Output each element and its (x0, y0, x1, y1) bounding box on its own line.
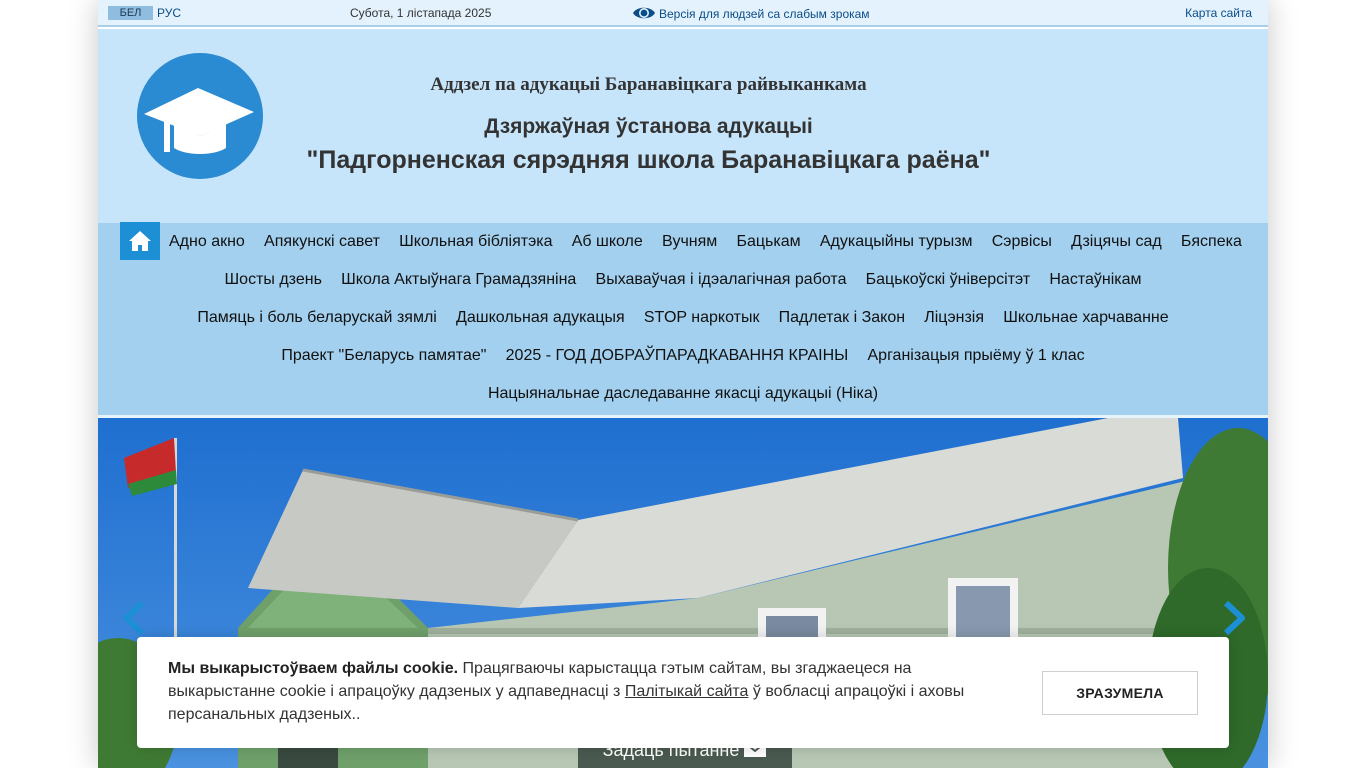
cookie-message: Мы выкарыстоўваем файлы cookie. Працягва… (168, 657, 978, 726)
chevron-right-icon[interactable] (1222, 600, 1248, 636)
privacy-policy-link[interactable]: Палітыкай сайта (625, 683, 749, 700)
school-title: "Падгорненская сярэдняя школа Баранавіцк… (306, 146, 991, 174)
cookie-accept-button[interactable]: ЗРАЗУМЕЛА (1042, 671, 1198, 715)
low-vision-version-link[interactable]: Версія для людзей са слабым зрокам (659, 7, 870, 21)
nav-item[interactable]: Адукацыйны турызм (810, 226, 982, 258)
nav-item[interactable]: Сэрвісы (982, 226, 1061, 258)
nav-item[interactable]: Бяспека (1171, 226, 1251, 258)
department-title: Аддзел па адукацыі Баранавіцкага райвыка… (430, 74, 867, 95)
nav-item[interactable]: Памяць і боль беларускай зямлі (188, 302, 447, 334)
top-bar: БЕЛ РУС Субота, 1 лістапада 2025 Версія … (98, 0, 1268, 27)
cookie-title: Мы выкарыстоўваем файлы cookie. (168, 660, 459, 677)
eye-icon[interactable] (632, 3, 656, 23)
nav-row: Памяць і боль беларускай зямлі Дашкольна… (98, 302, 1268, 334)
nav-row: Нацыянальнае даследаванне якасці адукацы… (98, 378, 1268, 410)
institution-title: Дзяржаўная ўстанова адукацыі (484, 115, 813, 138)
nav-item[interactable]: Вучням (652, 226, 727, 258)
nav-item[interactable]: Школьнае харчаванне (994, 302, 1179, 334)
nav-row: Праект "Беларусь памятае" 2025 - ГОД ДОБ… (98, 340, 1268, 372)
nav-item[interactable]: Арганізацыя прыёму ў 1 клас (858, 340, 1094, 372)
home-icon (129, 230, 151, 251)
nav-item[interactable]: Апякунскі савет (254, 226, 389, 258)
cookie-banner: Мы выкарыстоўваем файлы cookie. Працягва… (137, 637, 1229, 748)
lang-bel-button[interactable]: БЕЛ (108, 6, 153, 20)
lang-rus-link[interactable]: РУС (157, 6, 181, 20)
nav-item[interactable]: Выхаваўчая і ідэалагічная работа (586, 264, 856, 296)
nav-item[interactable]: Школа Актыўнага Грамадзяніна (332, 264, 586, 296)
nav-item[interactable]: Школьная бібліятэка (390, 226, 563, 258)
nav-row: Адно акно Апякунскі савет Школьная біблі… (98, 221, 1268, 260)
nav-item[interactable]: Шосты дзень (215, 264, 332, 296)
current-date: Субота, 1 лістапада 2025 (350, 6, 492, 20)
nav-item[interactable]: Настаўнікам (1040, 264, 1151, 296)
main-navigation: Адно акно Апякунскі савет Школьная біблі… (98, 221, 1268, 415)
nav-item[interactable]: Падлетак і Закон (769, 302, 915, 334)
sitemap-link[interactable]: Карта сайта (1185, 6, 1252, 20)
nav-item[interactable]: 2025 - ГОД ДОБРАЎПАРАДКАВАННЯ КРАІНЫ (496, 340, 858, 372)
site-header: Аддзел па адукацыі Баранавіцкага райвыка… (98, 29, 1268, 223)
nav-item[interactable]: Адно акно (169, 226, 254, 258)
home-button[interactable] (120, 221, 160, 260)
nav-item[interactable]: STOP наркотык (634, 302, 769, 334)
nav-item[interactable]: Дашкольная адукацыя (446, 302, 634, 334)
nav-item[interactable]: Дзіцячы сад (1061, 226, 1171, 258)
nav-item[interactable]: Праект "Беларусь памятае" (272, 340, 496, 372)
nav-item[interactable]: Нацыянальнае даследаванне якасці адукацы… (478, 378, 887, 410)
nav-item[interactable]: Бацькам (727, 226, 810, 258)
nav-item[interactable]: Ліцэнзія (915, 302, 994, 334)
nav-item[interactable]: Аб школе (562, 226, 652, 258)
chevron-left-icon[interactable] (120, 600, 146, 636)
nav-row: Шосты дзень Школа Актыўнага Грамадзяніна… (98, 264, 1268, 296)
nav-item[interactable]: Бацькоўскі ўніверсітэт (856, 264, 1040, 296)
